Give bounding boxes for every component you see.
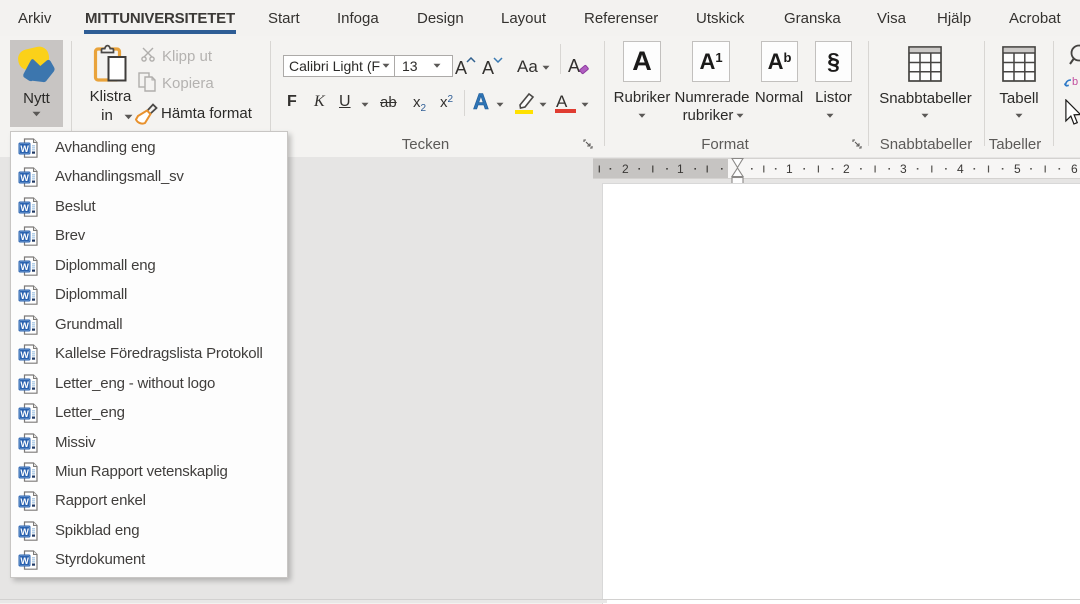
svg-text:b: b xyxy=(1072,76,1078,88)
